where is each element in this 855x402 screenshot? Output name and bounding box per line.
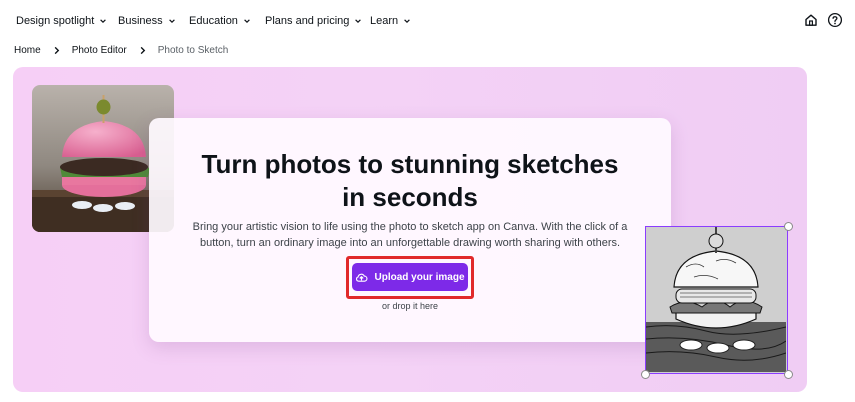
nav-learn-label: Learn	[370, 15, 399, 27]
resize-handle[interactable]	[784, 222, 793, 231]
cloud-upload-icon	[356, 273, 368, 282]
page-title-line-2: in seconds	[342, 182, 478, 212]
help-icon[interactable]	[827, 12, 843, 28]
chevron-right-icon	[140, 46, 145, 54]
home-icon[interactable]	[803, 12, 819, 28]
hero-description-line-1: Bring your artistic vision to life using…	[192, 221, 628, 233]
nav-business-label: Business	[118, 15, 163, 27]
hero-description-line-2: button, turn an ordinary image into an u…	[199, 237, 621, 249]
page-title-line-1: Turn photos to stunning sketches	[201, 149, 619, 179]
breadcrumb-current: Photo to Sketch	[157, 44, 229, 56]
nav-design-spotlight-label: Design spotlight	[16, 15, 95, 27]
upload-image-button[interactable]: Upload your image	[352, 263, 468, 291]
nav-plans-and-pricing[interactable]: Plans and pricing	[265, 13, 362, 29]
breadcrumb-home[interactable]: Home	[14, 45, 41, 56]
resize-handle[interactable]	[641, 370, 650, 379]
chevron-down-icon	[244, 19, 250, 24]
nav-education[interactable]: Education	[189, 13, 251, 29]
upload-image-button-label: Upload your image	[374, 271, 465, 283]
nav-learn[interactable]: Learn	[370, 13, 411, 29]
drop-hint: or drop it here	[381, 301, 439, 311]
breadcrumb-photo-editor[interactable]: Photo Editor	[72, 45, 127, 56]
chevron-right-icon	[54, 46, 59, 54]
nav-education-label: Education	[189, 15, 238, 27]
resize-handle[interactable]	[784, 370, 793, 379]
top-nav: Design spotlight Business Education Plan…	[0, 0, 855, 40]
page-title: Turn photos to stunning sketches in seco…	[149, 148, 671, 214]
chevron-down-icon	[355, 19, 362, 24]
nav-plans-and-pricing-label: Plans and pricing	[265, 15, 350, 27]
hero-card: Turn photos to stunning sketches in seco…	[149, 118, 671, 342]
breadcrumb: Home Photo Editor Photo to Sketch	[14, 43, 228, 57]
hero-description: Bring your artistic vision to life using…	[179, 219, 641, 251]
chevron-down-icon	[168, 19, 175, 24]
nav-business[interactable]: Business	[118, 13, 176, 29]
chevron-down-icon	[100, 19, 107, 24]
sketch-burger-photo[interactable]	[645, 226, 788, 374]
nav-design-spotlight[interactable]: Design spotlight	[16, 13, 107, 29]
chevron-down-icon	[404, 19, 410, 24]
